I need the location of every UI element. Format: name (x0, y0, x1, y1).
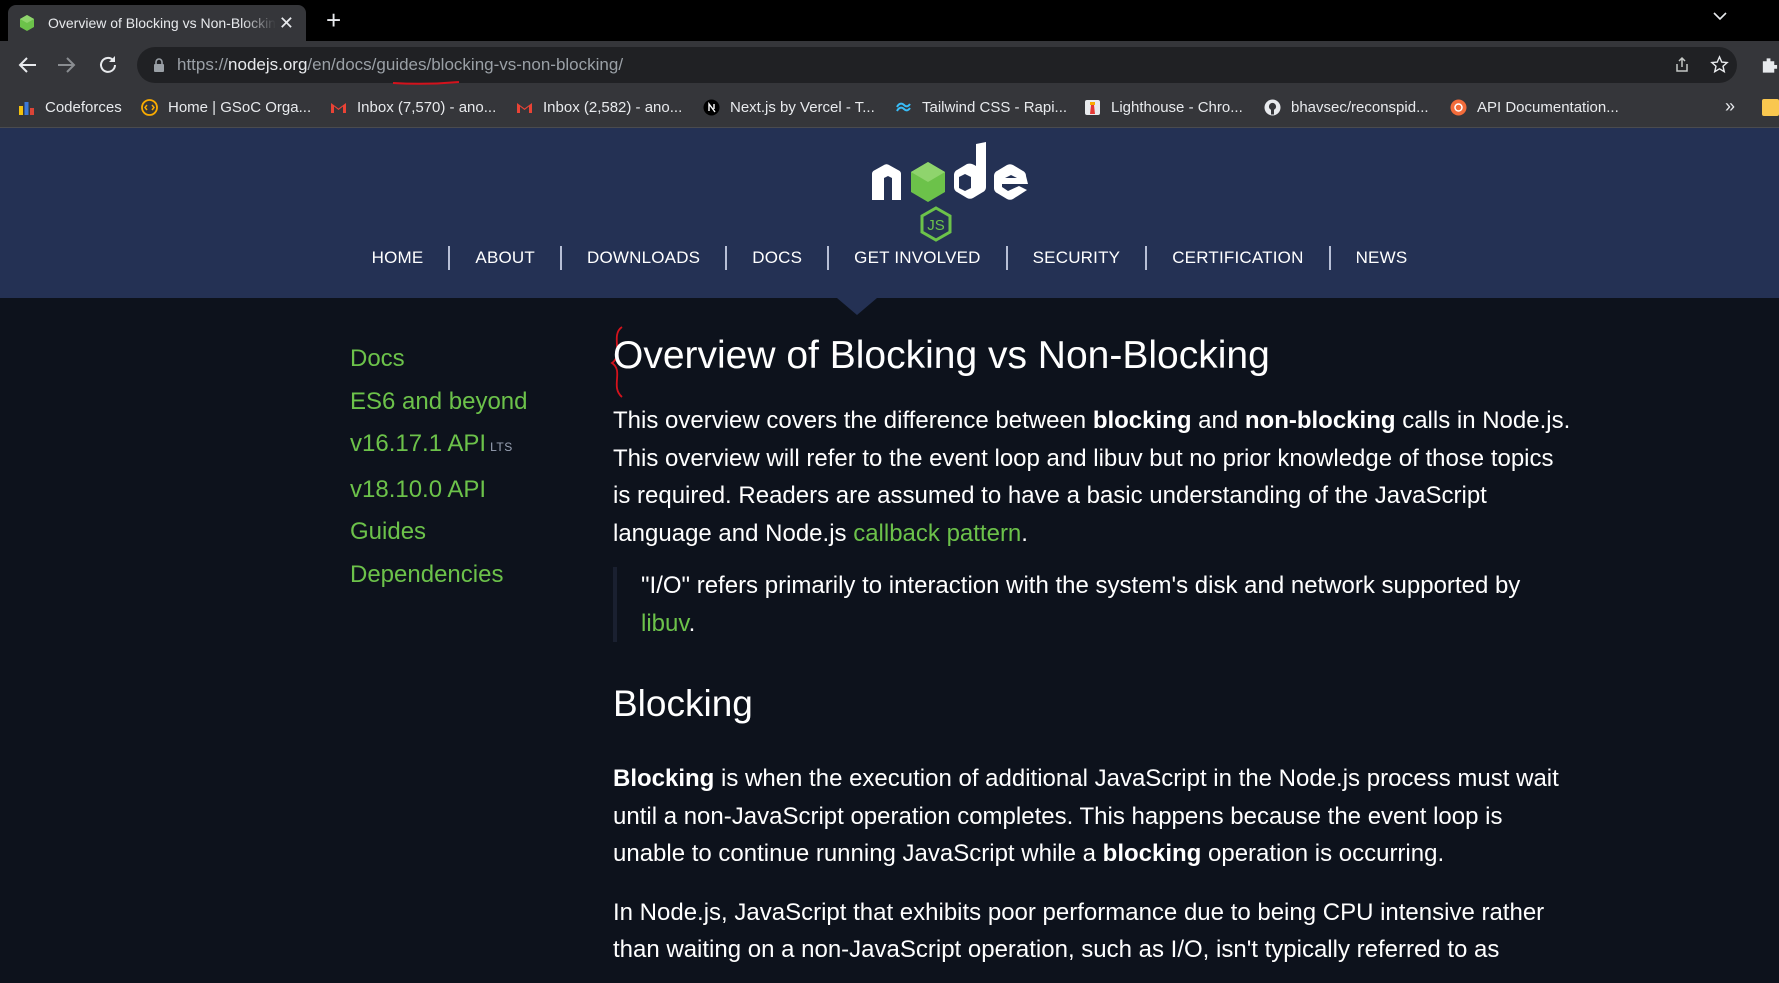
blocking-paragraph: Blocking is when the execution of additi… (613, 765, 1559, 867)
bookmark-inbox-1[interactable]: Inbox (7,570) - ano... (330, 99, 496, 116)
nav-docs[interactable]: DOCS (727, 246, 830, 270)
address-bar[interactable]: https://nodejs.org/en/docs/guides/blocki… (137, 47, 1737, 85)
intro-paragraph: This overview covers the difference betw… (613, 407, 1571, 547)
site-header: JS HOME ABOUT DOWNLOADS DOCS GET INVOLVE… (0, 128, 1779, 298)
sidebar-item-guides[interactable]: Guides (350, 511, 527, 554)
blocking-heading: Blocking (613, 683, 753, 724)
svg-text:JS: JS (927, 217, 945, 234)
bookmark-api-docs[interactable]: API Documentation... (1450, 99, 1619, 116)
nav-security[interactable]: SECURITY (1008, 246, 1148, 270)
tab-close-icon[interactable]: ✕ (279, 13, 294, 33)
gmail-icon (517, 103, 532, 113)
sidebar-item-es6[interactable]: ES6 and beyond (350, 381, 527, 424)
docs-sidebar: Docs ES6 and beyond v16.17.1 API LTS v18.… (350, 338, 527, 596)
bookmarks-bar: Codeforces Home | GSoC Orga... Inbox (7,… (0, 90, 1779, 128)
sidebar-item-label: v16.17.1 API (350, 430, 487, 457)
reload-icon[interactable] (96, 53, 120, 77)
lock-icon[interactable] (151, 57, 167, 73)
share-icon[interactable] (1673, 56, 1691, 74)
nodejs-logo-icon[interactable]: JS (870, 140, 1030, 244)
bookmark-nextjs[interactable]: Next.js by Vercel - T... (703, 99, 875, 116)
forward-arrow-icon[interactable] (54, 53, 78, 77)
article: Overview of Blocking vs Non-Blocking Thi… (613, 330, 1573, 969)
sidebar-item-dependencies[interactable]: Dependencies (350, 554, 527, 597)
io-blockquote: "I/O" refers primarily to interaction wi… (613, 567, 1553, 642)
nav-home[interactable]: HOME (347, 246, 451, 270)
active-nav-pointer (837, 298, 877, 315)
lighthouse-icon (1085, 100, 1100, 115)
nodejs-favicon-icon (20, 15, 34, 31)
red-underline-annotation (392, 81, 460, 85)
bookmark-codeforces[interactable]: Codeforces (18, 99, 122, 116)
tab-search-chevron-icon[interactable] (1712, 8, 1728, 24)
api-icon (1450, 99, 1467, 116)
cpu-paragraph: In Node.js, JavaScript that exhibits poo… (613, 898, 1545, 964)
github-icon (1264, 99, 1281, 116)
browser-tab[interactable]: Overview of Blocking vs Non-Blocking | N… (8, 5, 306, 41)
bookmark-star-icon[interactable] (1710, 55, 1729, 74)
url-text[interactable]: https://nodejs.org/en/docs/guides/blocki… (177, 55, 623, 75)
codeforces-icon (19, 102, 34, 115)
tab-title: Overview of Blocking vs Non-Blocking | N… (48, 15, 276, 31)
sidebar-item-v18-api[interactable]: v18.10.0 API (350, 469, 527, 512)
browser-tabstrip: Overview of Blocking vs Non-Blocking | N… (0, 0, 1779, 41)
gmail-icon (331, 103, 346, 113)
callback-pattern-link[interactable]: callback pattern (853, 520, 1021, 547)
nav-certification[interactable]: CERTIFICATION (1147, 246, 1331, 270)
tailwind-icon (896, 102, 911, 112)
bookmark-tailwind[interactable]: Tailwind CSS - Rapi... (895, 99, 1067, 116)
back-arrow-icon[interactable] (16, 53, 40, 77)
bookmark-inbox-2[interactable]: Inbox (2,582) - ano... (516, 99, 682, 116)
folder-icon[interactable] (1762, 99, 1779, 116)
nav-downloads[interactable]: DOWNLOADS (562, 246, 728, 270)
extensions-puzzle-icon[interactable] (1760, 55, 1779, 75)
site-nav: HOME ABOUT DOWNLOADS DOCS GET INVOLVED S… (0, 246, 1779, 270)
sidebar-item-docs[interactable]: Docs (350, 338, 527, 381)
libuv-link[interactable]: libuv (641, 610, 689, 637)
browser-toolbar: https://nodejs.org/en/docs/guides/blocki… (0, 41, 1779, 90)
lts-badge: LTS (490, 440, 513, 454)
bookmark-gsoc[interactable]: Home | GSoC Orga... (141, 99, 311, 116)
nextjs-icon (703, 99, 720, 116)
gsoc-icon (141, 99, 158, 116)
bookmark-lighthouse[interactable]: Lighthouse - Chro... (1084, 99, 1243, 116)
new-tab-icon[interactable]: + (326, 6, 341, 34)
nav-news[interactable]: NEWS (1331, 246, 1433, 270)
sidebar-item-v16-api[interactable]: v16.17.1 API LTS (350, 423, 527, 469)
page-title: Overview of Blocking vs Non-Blocking (613, 334, 1270, 377)
bookmarks-overflow-chevron[interactable]: » (1725, 96, 1735, 117)
nav-get-involved[interactable]: GET INVOLVED (829, 246, 1008, 270)
nav-about[interactable]: ABOUT (450, 246, 562, 270)
bookmark-github[interactable]: bhavsec/reconspid... (1264, 99, 1429, 116)
